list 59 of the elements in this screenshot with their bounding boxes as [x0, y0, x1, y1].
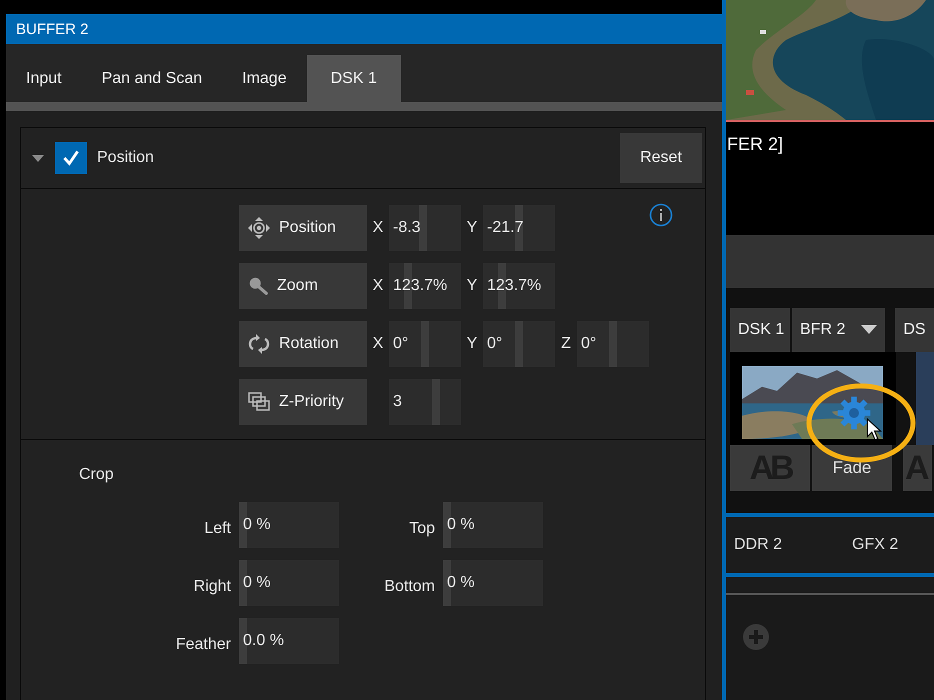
field-label: Top	[408, 519, 435, 538]
tab[interactable]: Pan and Scan	[82, 55, 222, 102]
number-field[interactable]: 123.7%	[389, 263, 461, 309]
axis-label: X	[372, 335, 384, 353]
number-field[interactable]: -8.3	[389, 205, 461, 251]
preview-caption: FER 2]	[727, 134, 784, 154]
number-field[interactable]: 0.0 %	[239, 618, 339, 664]
field-label: Feather	[174, 635, 231, 654]
axis-label: Y	[466, 277, 478, 295]
section-title: Position	[97, 149, 155, 167]
field-label: Right	[192, 577, 231, 596]
number-field[interactable]: 0 %	[239, 502, 339, 548]
axis-label: X	[372, 277, 384, 295]
axis-label: Y	[466, 335, 478, 353]
tab[interactable]: Input	[6, 55, 82, 102]
layers-icon	[247, 390, 271, 414]
section-title: Crop	[79, 466, 114, 483]
thumbnail[interactable]	[916, 352, 934, 445]
source-label: GFX 2	[852, 536, 898, 554]
transition-button[interactable]: Fade	[812, 445, 892, 491]
source-button[interactable]: BFR 2	[792, 308, 886, 352]
number-field[interactable]: 0°	[389, 321, 461, 367]
property-button[interactable]: Rotation	[239, 321, 367, 367]
number-field[interactable]: 0 %	[443, 502, 543, 548]
number-field[interactable]: 0°	[483, 321, 555, 367]
slider-handle[interactable]	[515, 321, 523, 367]
checkbox[interactable]	[55, 142, 87, 174]
property-button[interactable]: Zoom	[239, 263, 367, 309]
slider-handle[interactable]	[418, 205, 427, 251]
number-field[interactable]: 0°	[577, 321, 649, 367]
field-label: Bottom	[383, 577, 435, 596]
source-label: DDR 2	[734, 536, 782, 554]
field-label: Left	[203, 519, 231, 538]
number-field[interactable]: 0 %	[239, 560, 339, 606]
reset-button[interactable]: Reset	[620, 133, 702, 183]
info-icon[interactable]	[649, 203, 673, 227]
source-button[interactable]: DSK 1	[730, 308, 790, 352]
tab[interactable]: DSK 1	[306, 55, 401, 102]
axis-label: Y	[466, 219, 478, 237]
slider-handle[interactable]	[421, 321, 429, 367]
rotate-arrows-icon	[247, 332, 271, 356]
move-arrows-icon	[247, 216, 271, 240]
number-field[interactable]: 0 %	[443, 560, 543, 606]
property-button[interactable]: Z-Priority	[239, 379, 367, 425]
slider-handle[interactable]	[432, 379, 440, 425]
axis-label: Z	[560, 335, 572, 353]
caret-icon	[861, 325, 878, 335]
number-field[interactable]: 123.7%	[483, 263, 555, 309]
cursor-icon	[866, 418, 882, 442]
source-button[interactable]: DS	[895, 308, 934, 352]
slider-handle[interactable]	[609, 321, 617, 367]
property-button[interactable]: Position	[239, 205, 367, 251]
number-field[interactable]: 3	[389, 379, 461, 425]
axis-label: X	[372, 219, 384, 237]
gear-icon[interactable]	[837, 396, 871, 430]
window-title: BUFFER 2	[16, 20, 89, 38]
magnifier-icon	[247, 275, 269, 297]
tab[interactable]: Image	[222, 55, 307, 102]
number-field[interactable]: -21.7	[483, 205, 555, 251]
